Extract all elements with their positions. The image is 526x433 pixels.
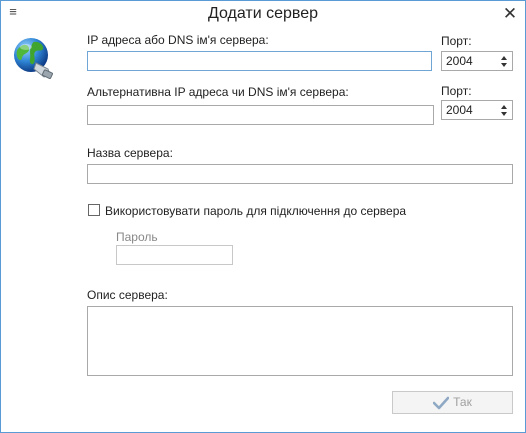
title-bar: ≡ Додати сервер ✕ [1,1,525,29]
checkmark-icon [432,396,450,410]
port-spinner[interactable]: 2004 [441,51,513,71]
use-password-label[interactable]: Використовувати пароль для підключення д… [105,204,406,218]
close-icon[interactable]: ✕ [500,4,520,24]
spin-up-icon[interactable] [501,56,507,60]
window-title: Додати сервер [207,5,319,22]
alt-address-label: Альтернативна IP адреса чи DNS ім'я серв… [87,85,349,99]
port-spin-arrows[interactable] [500,53,510,69]
add-server-dialog: ≡ Додати сервер ✕ IP адреса або DNS ім'я… [0,0,526,433]
address-input[interactable] [87,51,432,71]
password-input[interactable] [116,245,233,265]
password-label: Пароль [116,230,158,244]
ok-button-label: Так [453,395,472,409]
alt-port-spinner[interactable]: 2004 [441,100,513,120]
port-label: Порт: [441,34,472,48]
port-value: 2004 [446,54,473,68]
alt-port-label: Порт: [441,84,472,98]
spin-up-icon[interactable] [501,105,507,109]
spin-down-icon[interactable] [501,112,507,116]
description-textarea[interactable] [87,306,513,376]
address-label: IP адреса або DNS ім'я сервера: [87,33,269,47]
alt-address-input[interactable] [87,105,434,125]
alt-port-value: 2004 [446,103,473,117]
server-name-label: Назва сервера: [87,146,173,160]
ok-button[interactable]: Так [392,391,513,414]
use-password-checkbox[interactable] [88,204,100,216]
spin-down-icon[interactable] [501,63,507,67]
alt-port-spin-arrows[interactable] [500,102,510,118]
server-name-input[interactable] [87,164,513,184]
description-label: Опис сервера: [87,288,168,302]
globe-network-icon [12,35,56,80]
